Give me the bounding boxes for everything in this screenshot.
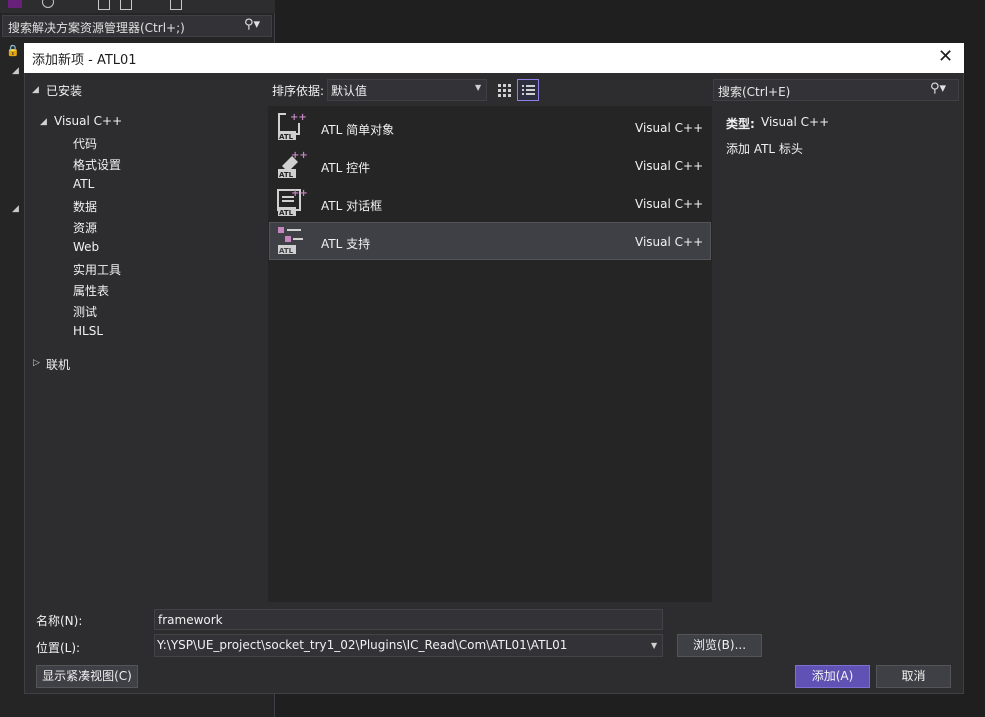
sort-value: 默认值 — [331, 84, 368, 98]
template-language: Visual C++ — [635, 159, 704, 173]
svg-text:ATL: ATL — [279, 247, 294, 255]
sort-label: 排序依据: — [272, 84, 325, 98]
tree-visual-cpp[interactable]: Visual C++ — [54, 114, 122, 128]
chevron-down-icon: ▼ — [651, 641, 658, 650]
dialog-title-bar — [24, 43, 964, 73]
vs-icon[interactable] — [8, 0, 22, 8]
template-name: ATL 对话框 — [321, 199, 383, 213]
tree-online[interactable]: 联机 — [46, 356, 70, 373]
expand-triangle-icon[interactable]: ▷ — [33, 358, 40, 368]
search-icon[interactable]: ⚲▾ — [930, 81, 946, 96]
svg-text:ATL: ATL — [279, 209, 294, 217]
tree-item-hlsl[interactable]: HLSL — [73, 324, 103, 338]
list-view-icon[interactable] — [517, 79, 539, 101]
tree-item-code[interactable]: 代码 — [73, 135, 97, 152]
atl-support-icon: ATL — [276, 224, 308, 259]
atl-control-icon: ++ ATL — [276, 148, 308, 183]
location-label: 位置(L): — [36, 641, 81, 655]
name-label: 名称(N): — [36, 614, 83, 628]
template-name: ATL 简单对象 — [321, 123, 395, 137]
template-name: ATL 支持 — [321, 237, 371, 251]
svg-text:ATL: ATL — [279, 171, 294, 179]
close-icon[interactable]: ✕ — [938, 46, 953, 67]
template-language: Visual C++ — [635, 121, 704, 135]
search-icon[interactable]: ⚲▾ — [244, 17, 260, 32]
location-value: Y:\YSP\UE_project\socket_try1_02\Plugins… — [157, 638, 568, 652]
paste-icon[interactable] — [120, 0, 132, 10]
cancel-button[interactable]: 取消 — [876, 665, 951, 688]
type-value: Visual C++ — [761, 115, 830, 129]
name-field[interactable] — [154, 609, 663, 630]
tree-item-test[interactable]: 测试 — [73, 303, 97, 320]
tree-item-resources[interactable]: 资源 — [73, 219, 97, 236]
collapse-triangle-icon[interactable]: ◢ — [12, 66, 19, 76]
properties-icon[interactable] — [170, 0, 182, 10]
dialog-title: 添加新项 - ATL01 — [32, 53, 137, 68]
template-language: Visual C++ — [635, 197, 704, 211]
browse-button[interactable]: 浏览(B)... — [677, 634, 762, 657]
grid-view-icon[interactable] — [493, 79, 515, 101]
tree-item-atl[interactable]: ATL — [73, 177, 94, 191]
expand-triangle-icon[interactable]: ◢ — [32, 85, 39, 95]
expand-triangle-icon[interactable]: ◢ — [40, 117, 47, 127]
template-language: Visual C++ — [635, 235, 704, 249]
solution-item-icon: 🔒 — [6, 44, 20, 57]
tree-item-formatting[interactable]: 格式设置 — [73, 156, 121, 173]
tree-item-utility[interactable]: 实用工具 — [73, 261, 121, 278]
chevron-down-icon: ▼ — [475, 83, 482, 92]
compact-view-button[interactable]: 显示紧凑视图(C) — [36, 665, 138, 688]
copy-icon[interactable] — [98, 0, 110, 10]
svg-text:ATL: ATL — [279, 133, 294, 141]
atl-dialog-icon: ++ ATL — [276, 186, 308, 221]
add-button[interactable]: 添加(A) — [795, 665, 870, 688]
tree-installed[interactable]: 已安装 — [46, 82, 82, 99]
svg-text:++: ++ — [290, 112, 307, 123]
solution-search-placeholder: 搜索解决方案资源管理器(Ctrl+;) — [8, 21, 185, 35]
tree-item-web[interactable]: Web — [73, 240, 99, 254]
type-label: 类型: — [726, 117, 755, 131]
template-description: 添加 ATL 标头 — [726, 142, 803, 156]
template-search-placeholder: 搜索(Ctrl+E) — [718, 85, 791, 99]
collapse-triangle-icon[interactable]: ◢ — [12, 204, 19, 214]
tree-item-property-sheets[interactable]: 属性表 — [73, 282, 109, 299]
svg-text:++: ++ — [291, 188, 308, 199]
tree-item-data[interactable]: 数据 — [73, 198, 97, 215]
svg-text:++: ++ — [291, 150, 308, 161]
atl-simple-object-icon: ++ ATL — [276, 110, 308, 145]
template-name: ATL 控件 — [321, 161, 371, 175]
